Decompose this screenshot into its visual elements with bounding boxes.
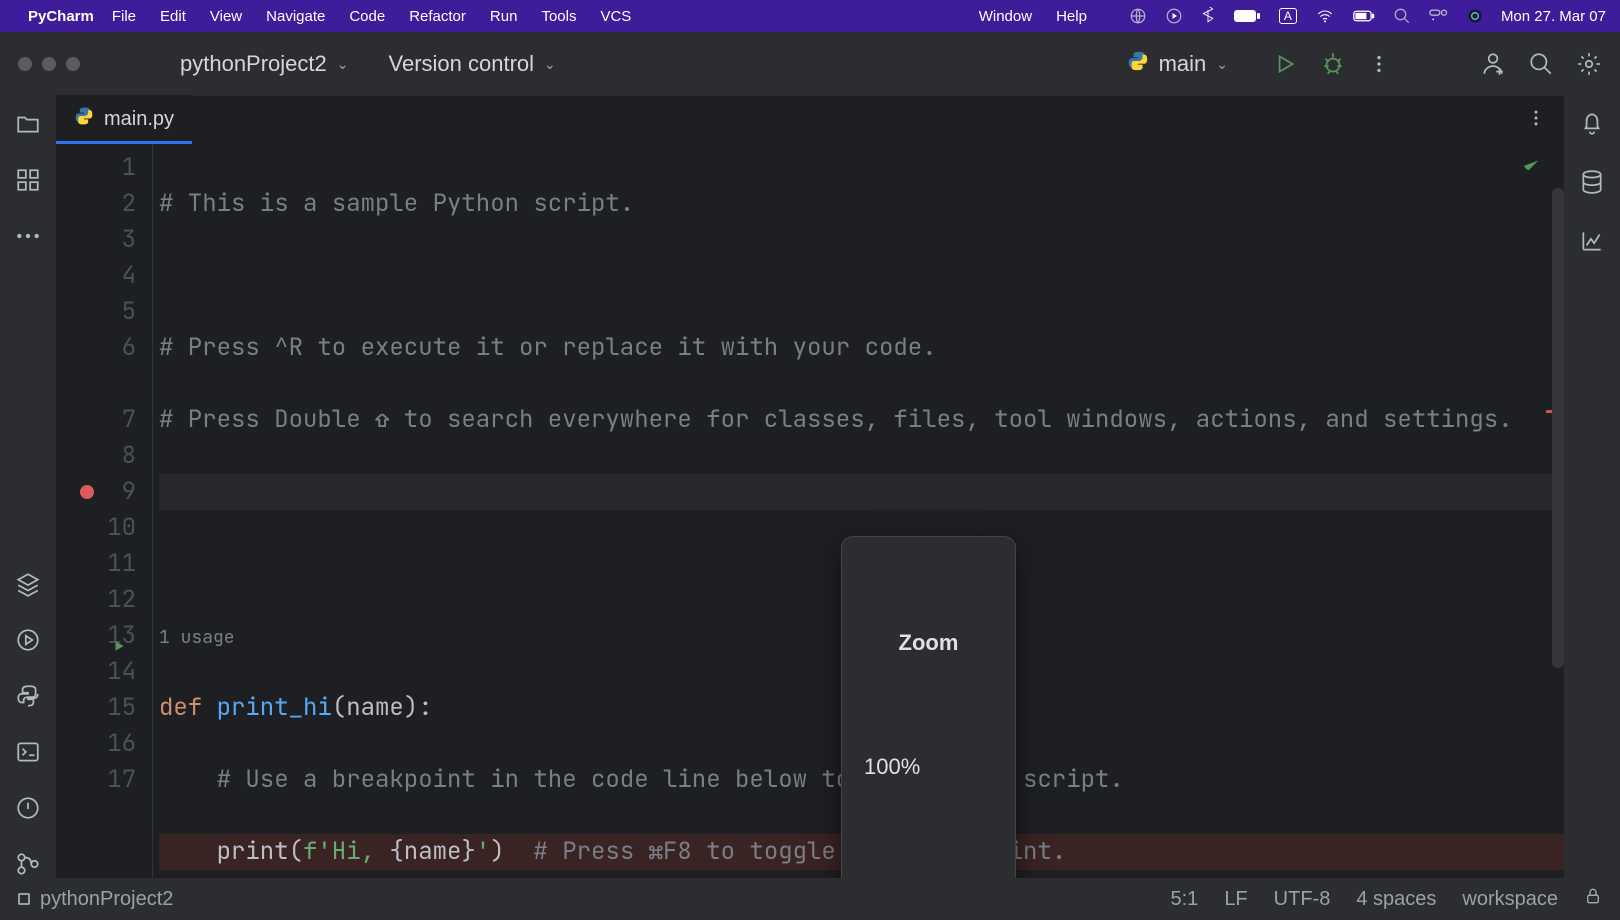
bluetooth-icon[interactable]: [1201, 7, 1215, 25]
usages-hint[interactable]: 1 usage: [159, 626, 235, 649]
git-tool-icon[interactable]: [14, 850, 42, 878]
notifications-tool-icon[interactable]: [1579, 110, 1605, 141]
status-caret-pos[interactable]: 5:1: [1171, 888, 1199, 911]
vcs-label: Version control: [389, 51, 535, 77]
menu-run[interactable]: Run: [490, 8, 518, 25]
popup-title: Zoom: [852, 625, 1005, 661]
app-name[interactable]: PyCharm: [28, 8, 94, 25]
menu-vcs[interactable]: VCS: [600, 8, 631, 25]
status-lock-icon[interactable]: [1584, 887, 1602, 911]
menu-edit[interactable]: Edit: [160, 8, 186, 25]
close-dot[interactable]: [18, 57, 32, 71]
tab-kebab-icon[interactable]: [1526, 108, 1546, 133]
right-tool-strip: [1564, 96, 1620, 878]
code-editor[interactable]: 1234 5678 9 101112 13 14151617 # This is…: [56, 144, 1564, 878]
chevron-down-icon: ⌄: [1216, 56, 1228, 73]
menu-window[interactable]: Window: [979, 8, 1032, 25]
database-tool-icon[interactable]: [1579, 169, 1605, 200]
tab-label: main.py: [104, 108, 174, 131]
run-configuration-selector[interactable]: main ⌄: [1127, 50, 1228, 78]
status-project[interactable]: pythonProject2: [40, 888, 173, 911]
battery-menu-icon[interactable]: [1353, 9, 1375, 23]
line-gutter[interactable]: 1234 5678 9 101112 13 14151617: [56, 144, 152, 878]
editor-area: main.py 1234 5678 9 101112 13 14151617 #…: [56, 96, 1564, 878]
status-line-sep[interactable]: LF: [1224, 888, 1247, 911]
status-indent[interactable]: 4 spaces: [1356, 888, 1436, 911]
ide-titlebar: pythonProject2 ⌄ Version control ⌄ main …: [0, 32, 1620, 96]
zoom-dot[interactable]: [66, 57, 80, 71]
menu-tools[interactable]: Tools: [541, 8, 576, 25]
settings-button[interactable]: [1576, 51, 1602, 77]
menu-refactor[interactable]: Refactor: [409, 8, 466, 25]
chevron-down-icon: ⌄: [337, 56, 349, 73]
siri-icon[interactable]: [1467, 8, 1483, 24]
python-console-icon[interactable]: [14, 682, 42, 710]
control-center-icon[interactable]: [1429, 9, 1449, 23]
more-actions-button[interactable]: [1368, 53, 1390, 75]
left-tool-strip: [0, 96, 56, 878]
project-name: pythonProject2: [180, 51, 327, 77]
project-selector[interactable]: pythonProject2 ⌄: [180, 51, 349, 77]
status-bar: pythonProject2 5:1 LF UTF-8 4 spaces wor…: [0, 878, 1620, 920]
python-file-icon: [74, 106, 94, 132]
sciview-tool-icon[interactable]: [1579, 228, 1605, 259]
tab-main-py[interactable]: main.py: [56, 95, 192, 143]
globe-icon[interactable]: [1129, 7, 1147, 25]
wifi-icon[interactable]: [1315, 8, 1335, 24]
menubar-clock[interactable]: Mon 27. Mar 07: [1501, 8, 1606, 25]
run-config-name: main: [1159, 51, 1207, 77]
layers-tool-icon[interactable]: [14, 570, 42, 598]
macos-menubar: PyCharm File Edit View Navigate Code Ref…: [0, 0, 1620, 32]
keyboard-lang-icon[interactable]: A: [1279, 8, 1297, 24]
spotlight-icon[interactable]: [1393, 7, 1411, 25]
run-button[interactable]: [1272, 51, 1298, 77]
problems-tool-icon[interactable]: [14, 794, 42, 822]
code-content[interactable]: # This is a sample Python script. # Pres…: [153, 144, 1564, 878]
menu-navigate[interactable]: Navigate: [266, 8, 325, 25]
debug-button[interactable]: [1320, 51, 1346, 77]
chevron-down-icon: ⌄: [544, 56, 556, 73]
structure-tool-icon[interactable]: [14, 166, 42, 194]
code-with-me-button[interactable]: [1480, 51, 1506, 77]
menu-code[interactable]: Code: [349, 8, 385, 25]
record-icon[interactable]: [1165, 7, 1183, 25]
zoom-popup: Zoom 100% 110% 125% 150% 175% 200%: [841, 536, 1016, 878]
search-everywhere-button[interactable]: [1528, 51, 1554, 77]
minimize-dot[interactable]: [42, 57, 56, 71]
status-encoding[interactable]: UTF-8: [1274, 888, 1331, 911]
version-control-selector[interactable]: Version control ⌄: [389, 51, 556, 77]
terminal-tool-icon[interactable]: [14, 738, 42, 766]
battery-icon[interactable]: [1233, 9, 1261, 23]
python-icon: [1127, 50, 1149, 78]
tool-window-toggle-icon[interactable]: [18, 893, 30, 905]
zoom-option-100[interactable]: 100%: [852, 743, 1005, 791]
services-tool-icon[interactable]: [14, 626, 42, 654]
zoom-option-110[interactable]: 110%: [852, 863, 1005, 878]
menu-file[interactable]: File: [112, 8, 136, 25]
menu-view[interactable]: View: [210, 8, 242, 25]
status-workspace[interactable]: workspace: [1462, 888, 1558, 911]
breakpoint-icon[interactable]: [80, 485, 94, 499]
window-traffic-lights[interactable]: [18, 57, 80, 71]
more-tool-icon[interactable]: [14, 222, 42, 250]
editor-tabs: main.py: [56, 96, 1564, 144]
project-tool-icon[interactable]: [14, 110, 42, 138]
inspection-ok-icon[interactable]: [1520, 152, 1542, 188]
editor-scrollbar[interactable]: [1552, 188, 1564, 668]
menu-help[interactable]: Help: [1056, 8, 1087, 25]
